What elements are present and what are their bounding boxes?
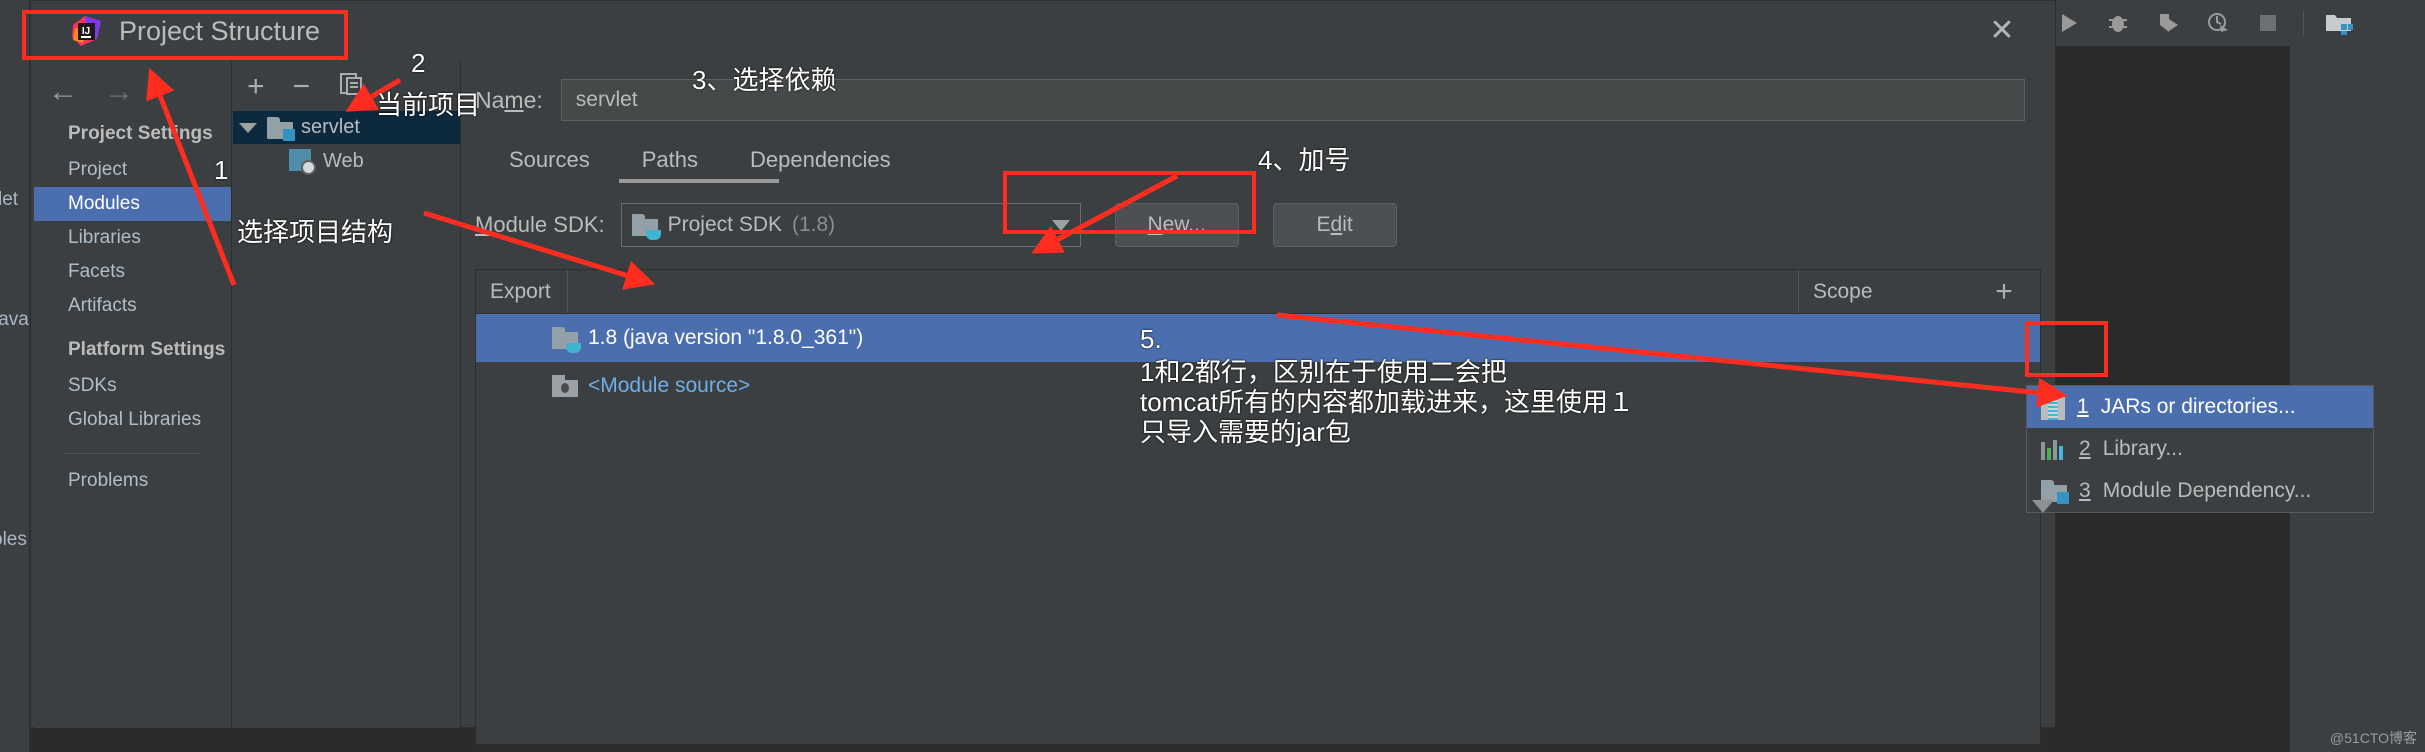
menu-item-label: Library... bbox=[2102, 437, 2183, 460]
sidebar-divider bbox=[64, 453, 201, 454]
run-icon[interactable] bbox=[2053, 8, 2083, 38]
menu-item-number: 3 bbox=[2079, 479, 2091, 502]
module-folder-icon bbox=[2041, 480, 2069, 504]
annotation-3-select-dependency: 3、选择依赖 bbox=[692, 65, 837, 95]
menu-item-label: Module Dependency... bbox=[2102, 479, 2312, 502]
table-cell-label: 1.8 (java version "1.8.0_361") bbox=[588, 326, 864, 349]
ide-left-tab-0[interactable]: let bbox=[0, 185, 18, 215]
menu-item-number: 1 bbox=[2077, 395, 2089, 418]
module-tree-pane: + − servlet Web bbox=[233, 61, 461, 728]
project-structure-dialog: IJ Project Structure ✕ ← → Project Setti… bbox=[30, 0, 2056, 745]
forward-arrow-icon[interactable]: → bbox=[104, 77, 134, 107]
annotation-1: 1 bbox=[214, 155, 229, 185]
module-sdk-dropdown[interactable]: Project SDK (1.8) bbox=[620, 203, 1081, 247]
module-name-label: Name: bbox=[475, 86, 543, 113]
ide-top-toolbar[interactable] bbox=[2025, 0, 2425, 46]
sidebar-item-libraries[interactable]: Libraries bbox=[34, 221, 231, 255]
chevron-down-icon[interactable] bbox=[239, 122, 257, 133]
back-arrow-icon[interactable]: ← bbox=[48, 77, 78, 107]
dialog-titlebar: IJ Project Structure ✕ bbox=[31, 1, 2055, 61]
menu-scroll-down-icon[interactable] bbox=[2032, 500, 2054, 513]
dialog-title: Project Structure bbox=[119, 15, 321, 46]
jdk-folder-icon bbox=[552, 327, 581, 353]
annotation-4-plus-sign: 4、加号 bbox=[1258, 145, 1351, 175]
sidebar-item-global-libraries[interactable]: Global Libraries bbox=[34, 403, 231, 437]
edit-sdk-button[interactable]: Ed it bbox=[1272, 203, 1397, 247]
tab-paths[interactable]: Paths bbox=[616, 139, 724, 181]
sidebar-item-project[interactable]: Project bbox=[34, 153, 231, 187]
stop-icon[interactable] bbox=[2253, 8, 2283, 38]
jdk-folder-icon bbox=[631, 214, 661, 240]
tree-node-label: servlet bbox=[301, 116, 360, 138]
run-coverage-icon[interactable] bbox=[2153, 8, 2183, 38]
column-header-middle bbox=[568, 270, 1798, 313]
dependencies-table: Export Scope + 1.8 (java version "1.8.0_… bbox=[475, 269, 2041, 745]
sidebar-nav[interactable]: ← → bbox=[34, 61, 231, 107]
module-folder-icon bbox=[267, 116, 295, 141]
menu-item-number: 2 bbox=[2079, 437, 2091, 460]
svg-text:IJ: IJ bbox=[82, 26, 90, 37]
table-cell-label: <Module source> bbox=[588, 374, 751, 397]
sidebar-item-artifacts[interactable]: Artifacts bbox=[34, 289, 231, 323]
dialog-title-group: IJ Project Structure bbox=[71, 15, 320, 47]
sidebar-group-platform-settings: Platform Settings bbox=[68, 339, 226, 360]
sidebar-item-facets[interactable]: Facets bbox=[34, 255, 231, 289]
ide-left-toolwindow-strip bbox=[0, 0, 30, 752]
annotation-5-heading: 5. bbox=[1140, 324, 1162, 354]
module-sdk-version: (1.8) bbox=[792, 213, 836, 236]
module-name-value: servlet bbox=[575, 88, 638, 111]
chevron-down-icon[interactable] bbox=[1051, 219, 1070, 231]
toolbar-divider bbox=[2303, 11, 2304, 35]
annotation-current-project: 当前项目 bbox=[376, 90, 481, 120]
annotation-2: 2 bbox=[411, 48, 426, 78]
add-dependency-menu[interactable]: 1 JARs or directories... 2 Library... 3 … bbox=[2026, 385, 2374, 513]
tab-sources[interactable]: Sources bbox=[483, 139, 616, 181]
add-module-button[interactable]: + bbox=[247, 72, 265, 102]
new-sdk-button[interactable]: New... bbox=[1114, 203, 1239, 247]
jar-icon bbox=[2041, 394, 2065, 420]
tree-node-web[interactable]: Web bbox=[233, 144, 460, 178]
module-sdk-label: Module SDK: bbox=[475, 212, 605, 237]
dependencies-table-header: Export Scope + bbox=[476, 270, 2040, 314]
sidebar-item-sdks[interactable]: SDKs bbox=[34, 369, 231, 403]
annotation-select-structure: 选择项目结构 bbox=[237, 217, 394, 247]
module-source-icon bbox=[552, 375, 578, 397]
menu-item-jars-or-directories[interactable]: 1 JARs or directories... bbox=[2027, 386, 2373, 428]
project-structure-icon[interactable] bbox=[2324, 8, 2354, 38]
menu-item-label: JARs or directories... bbox=[2100, 395, 2296, 418]
intellij-logo-icon: IJ bbox=[71, 15, 103, 47]
settings-sidebar: ← → Project Settings Project Modules Lib… bbox=[34, 61, 232, 728]
module-sdk-value: Project SDK bbox=[667, 213, 782, 236]
module-sdk-row: Module SDK: Project SDK (1.8) New... Edi… bbox=[461, 181, 2055, 247]
menu-item-module-dependency[interactable]: 3 Module Dependency... bbox=[2027, 470, 2373, 512]
add-dependency-button[interactable]: + bbox=[1968, 270, 2040, 313]
copy-module-button[interactable] bbox=[338, 71, 364, 103]
web-facet-icon bbox=[289, 149, 316, 175]
column-header-export[interactable]: Export bbox=[476, 270, 568, 313]
sidebar-item-problems[interactable]: Problems bbox=[34, 464, 231, 498]
tab-dependencies[interactable]: Dependencies bbox=[724, 139, 917, 181]
ide-left-tab-1[interactable]: java bbox=[0, 305, 29, 335]
debug-icon[interactable] bbox=[2103, 8, 2133, 38]
annotation-5-line-3: 只导入需要的jar包 bbox=[1140, 417, 1351, 447]
remove-module-button[interactable]: − bbox=[293, 72, 311, 102]
tab-underline bbox=[619, 179, 779, 183]
column-header-scope[interactable]: Scope bbox=[1798, 270, 1968, 313]
sidebar-group-project-settings: Project Settings bbox=[68, 123, 213, 144]
sidebar-item-modules[interactable]: Modules bbox=[34, 187, 231, 221]
library-icon bbox=[2041, 438, 2067, 460]
close-icon[interactable]: ✕ bbox=[1987, 16, 2017, 47]
tree-node-label: Web bbox=[323, 149, 364, 172]
watermark: @51CTO博客 bbox=[2329, 730, 2417, 746]
profile-icon[interactable] bbox=[2203, 8, 2233, 38]
menu-item-library[interactable]: 2 Library... bbox=[2027, 428, 2373, 470]
ide-left-tab-2[interactable]: bles bbox=[0, 525, 27, 555]
